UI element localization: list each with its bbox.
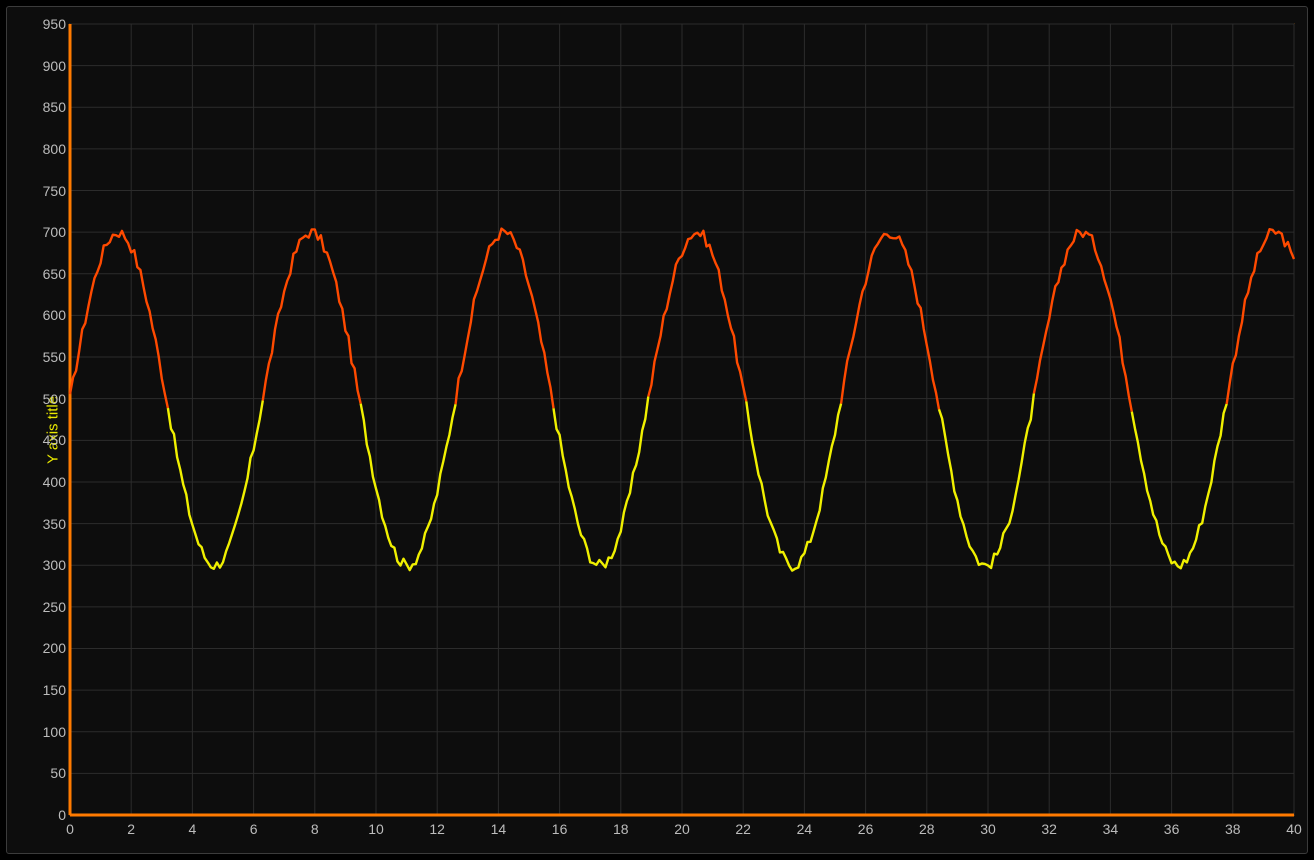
chart-line-segment [841,234,939,409]
chart-line-segment [361,404,456,570]
chart-line-segment [168,401,263,569]
chart-line-segment [1034,230,1132,412]
chart-line-segment [1132,404,1227,568]
chart-line-segment [648,231,746,402]
chart-line-segment [456,229,554,409]
chart-plot[interactable] [7,7,1307,853]
chart-line-segment [939,393,1034,568]
chart-line-segment [263,229,361,403]
chart-panel: Y axis title 050100150200250300350400450… [6,6,1308,854]
chart-line-segment [70,231,168,408]
chart-line-segment [746,401,841,570]
chart-line-segment [1227,229,1294,404]
